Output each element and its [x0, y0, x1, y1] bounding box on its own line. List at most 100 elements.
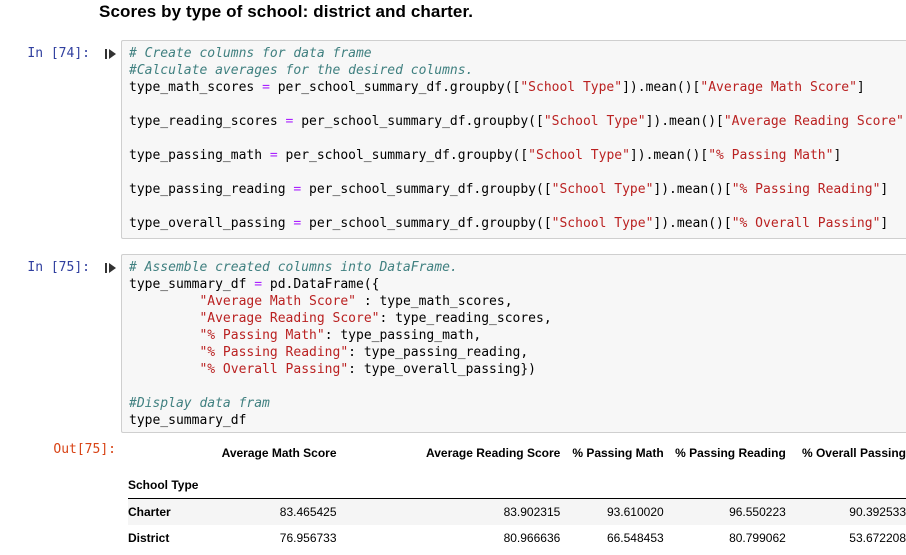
column-header: % Passing Math [572, 446, 664, 460]
code-string: "School Type" [520, 80, 623, 95]
code-string: "% Overall Passing" [731, 216, 881, 231]
code-string: "% Passing Math" [708, 148, 834, 163]
code-text: ] [856, 80, 865, 95]
code-text: ]).mean()[ [645, 114, 724, 129]
code-text: : type_overall_passing}) [348, 362, 537, 377]
row-index: District [128, 531, 170, 545]
code-editor[interactable]: # Assemble created columns into DataFram… [129, 259, 552, 429]
code-string: "School Type" [551, 182, 654, 197]
code-text: type_reading_scores [129, 114, 286, 129]
code-text: per_school_summary_df.groupby([ [269, 80, 521, 95]
code-string: "Average Math Score" [199, 294, 356, 309]
code-text: ] [833, 148, 842, 163]
row-index: Charter [128, 505, 171, 519]
code-text: type_overall_passing [129, 216, 294, 231]
table-cell: 53.672208 [849, 531, 906, 545]
code-string: "% Passing Reading" [731, 182, 881, 197]
code-line: type_math_scores = per_school_summary_df… [129, 80, 865, 95]
table-row: Charter 83.465425 83.902315 93.610020 96… [128, 498, 906, 525]
output-prompt: Out[75]: [53, 442, 116, 457]
code-cell-75[interactable]: # Assemble created columns into DataFram… [121, 254, 906, 433]
code-comment: #Display data fram [129, 396, 270, 411]
code-line: "% Overall Passing": type_overall_passin… [129, 362, 536, 377]
dataframe-table: Average Math Score Average Reading Score… [128, 440, 906, 551]
code-text: ]).mean()[ [629, 148, 709, 163]
code-comment: # Create columns for data frame [129, 46, 372, 61]
run-cell-icon[interactable] [105, 48, 117, 60]
code-line: type_passing_math = per_school_summary_d… [129, 148, 841, 163]
code-string: "% Passing Math" [199, 328, 325, 343]
code-text: ]).mean()[ [653, 216, 732, 231]
code-comment: #Calculate averages for the desired colu… [129, 63, 474, 78]
code-text: : type_passing_reading, [348, 345, 529, 360]
code-text: per_school_summary_df.groupby([ [277, 148, 529, 163]
column-header-row: Average Math Score Average Reading Score… [128, 440, 906, 466]
code-text: type_summary_df [129, 277, 255, 292]
code-text: pd.DataFrame({ [262, 277, 380, 292]
code-text: ] [880, 182, 889, 197]
section-heading: Scores by type of school: district and c… [99, 2, 474, 21]
table-cell: 80.966636 [503, 531, 561, 545]
code-line: #Calculate averages for the desired colu… [129, 63, 473, 78]
code-text: ]).mean()[ [653, 182, 732, 197]
index-header-row: School Type [128, 466, 906, 498]
code-string: "% Overall Passing" [199, 362, 349, 377]
table-cell: 83.465425 [279, 505, 337, 519]
code-cell-74[interactable]: # Create columns for data frame #Calcula… [121, 40, 906, 239]
code-text: : type_passing_math, [324, 328, 482, 343]
code-line: type_passing_reading = per_school_summar… [129, 182, 888, 197]
code-text: type_passing_reading [129, 182, 294, 197]
code-text: type_summary_df [129, 413, 247, 428]
run-cell-icon[interactable] [105, 262, 117, 274]
code-operator: = [254, 277, 263, 292]
code-string: "School Type" [543, 114, 646, 129]
table-cell: 90.392533 [849, 505, 906, 519]
code-line: "% Passing Math": type_passing_math, [129, 328, 481, 343]
code-line: #Display data fram [129, 396, 270, 411]
code-text: ] [880, 216, 889, 231]
code-string: "School Type" [528, 148, 630, 163]
code-string: "School Type" [551, 216, 654, 231]
table-cell: 80.799062 [729, 531, 786, 545]
index-name: School Type [128, 478, 199, 492]
code-text: per_school_summary_df.groupby([ [293, 114, 544, 129]
code-operator: = [262, 80, 270, 95]
code-line: # Assemble created columns into DataFram… [129, 260, 458, 275]
code-line: "Average Reading Score": type_reading_sc… [129, 311, 552, 326]
code-string: "Average Reading Score" [199, 311, 380, 326]
code-string: "Average Reading Score" [723, 114, 904, 129]
code-line: type_reading_scores = per_school_summary… [129, 114, 906, 129]
code-text: per_school_summary_df.groupby([ [301, 216, 552, 231]
code-line: # Create columns for data frame [129, 46, 372, 61]
code-text: : type_reading_scores, [379, 311, 552, 326]
code-text: type_passing_math [129, 148, 270, 163]
table-cell: 96.550223 [729, 505, 786, 519]
code-text: type_math_scores [129, 80, 263, 95]
table-cell: 76.956733 [279, 531, 337, 545]
cell-prompt-75: In [75]: [27, 260, 90, 275]
code-comment: # Assemble created columns into DataFram… [129, 260, 458, 275]
code-line: "% Passing Reading": type_passing_readin… [129, 345, 528, 360]
code-string: "Average Math Score" [700, 80, 857, 95]
column-header: % Overall Passing [801, 446, 906, 460]
column-header: % Passing Reading [675, 446, 786, 460]
column-header: Average Reading Score [426, 446, 561, 460]
table-cell: 66.548453 [606, 531, 664, 545]
column-header: Average Math Score [221, 446, 337, 460]
code-editor[interactable]: # Create columns for data frame #Calcula… [129, 45, 906, 232]
code-line: type_summary_df [129, 413, 246, 428]
code-text: : type_math_scores, [356, 294, 513, 309]
table-cell: 83.902315 [503, 505, 561, 519]
table-row: District 76.956733 80.966636 66.548453 8… [128, 525, 906, 551]
table-cell: 93.610020 [606, 505, 664, 519]
code-line: type_overall_passing = per_school_summar… [129, 216, 888, 231]
code-operator: = [269, 148, 278, 163]
code-text: per_school_summary_df.groupby([ [301, 182, 552, 197]
code-line: type_summary_df = pd.DataFrame({ [129, 277, 379, 292]
cell-prompt-74: In [74]: [27, 46, 90, 61]
